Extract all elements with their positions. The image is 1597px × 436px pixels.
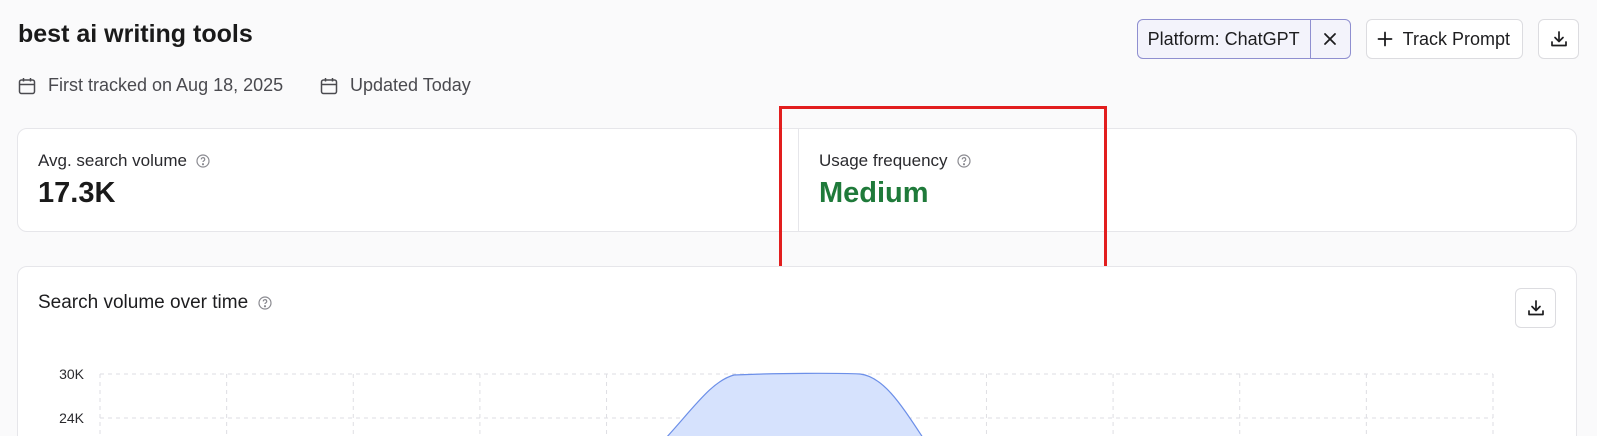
- chart-title: Search volume over time: [38, 292, 272, 314]
- search-volume-stat: Avg. search volume 17.3K: [18, 129, 799, 231]
- usage-frequency-label-text: Usage frequency: [819, 151, 948, 170]
- page-title: best ai writing tools: [18, 20, 253, 48]
- track-prompt-button[interactable]: Track Prompt: [1365, 19, 1523, 59]
- chart-y-tick: 30K: [59, 366, 85, 382]
- calendar-icon: [18, 77, 36, 94]
- platform-label: Platform:: [1147, 28, 1220, 49]
- download-button[interactable]: [1538, 19, 1579, 59]
- calendar-icon: [320, 77, 338, 94]
- platform-filter-text: Platform: ChatGPT: [1138, 29, 1310, 50]
- remove-platform-button[interactable]: [1309, 20, 1350, 58]
- usage-frequency-value: Medium: [819, 177, 929, 209]
- close-icon: [1324, 33, 1337, 45]
- help-icon[interactable]: [956, 154, 971, 168]
- usage-frequency-stat: Usage frequency Medium: [799, 129, 1576, 231]
- first-tracked-text: First tracked on Aug 18, 2025: [48, 75, 284, 95]
- updated-text: Updated Today: [350, 75, 471, 95]
- chart-y-tick: 24K: [59, 410, 85, 426]
- chart-area-series: [667, 372, 923, 436]
- stats-card: Avg. search volume 17.3K Usage frequency…: [17, 128, 1577, 232]
- plus-icon: [1377, 31, 1393, 47]
- toolbar: Platform: ChatGPT Track Prompt: [1136, 19, 1579, 59]
- updated: Updated Today: [320, 75, 471, 96]
- download-icon: [1527, 300, 1544, 316]
- search-volume-label-text: Avg. search volume: [38, 151, 187, 170]
- usage-frequency-label: Usage frequency: [819, 151, 971, 171]
- platform-value: ChatGPT: [1224, 28, 1300, 49]
- help-icon[interactable]: [196, 154, 210, 168]
- chart-download-button[interactable]: [1515, 288, 1556, 328]
- help-icon[interactable]: [258, 296, 272, 310]
- download-icon: [1550, 31, 1567, 47]
- first-tracked: First tracked on Aug 18, 2025: [18, 75, 283, 96]
- search-volume-chart-card: 30K 24K Search volume over time: [17, 266, 1577, 436]
- platform-filter-chip[interactable]: Platform: ChatGPT: [1136, 19, 1351, 59]
- chart-title-text: Search volume over time: [38, 292, 249, 313]
- search-volume-label: Avg. search volume: [38, 151, 210, 171]
- track-prompt-label: Track Prompt: [1402, 28, 1510, 49]
- search-volume-value: 17.3K: [38, 177, 116, 209]
